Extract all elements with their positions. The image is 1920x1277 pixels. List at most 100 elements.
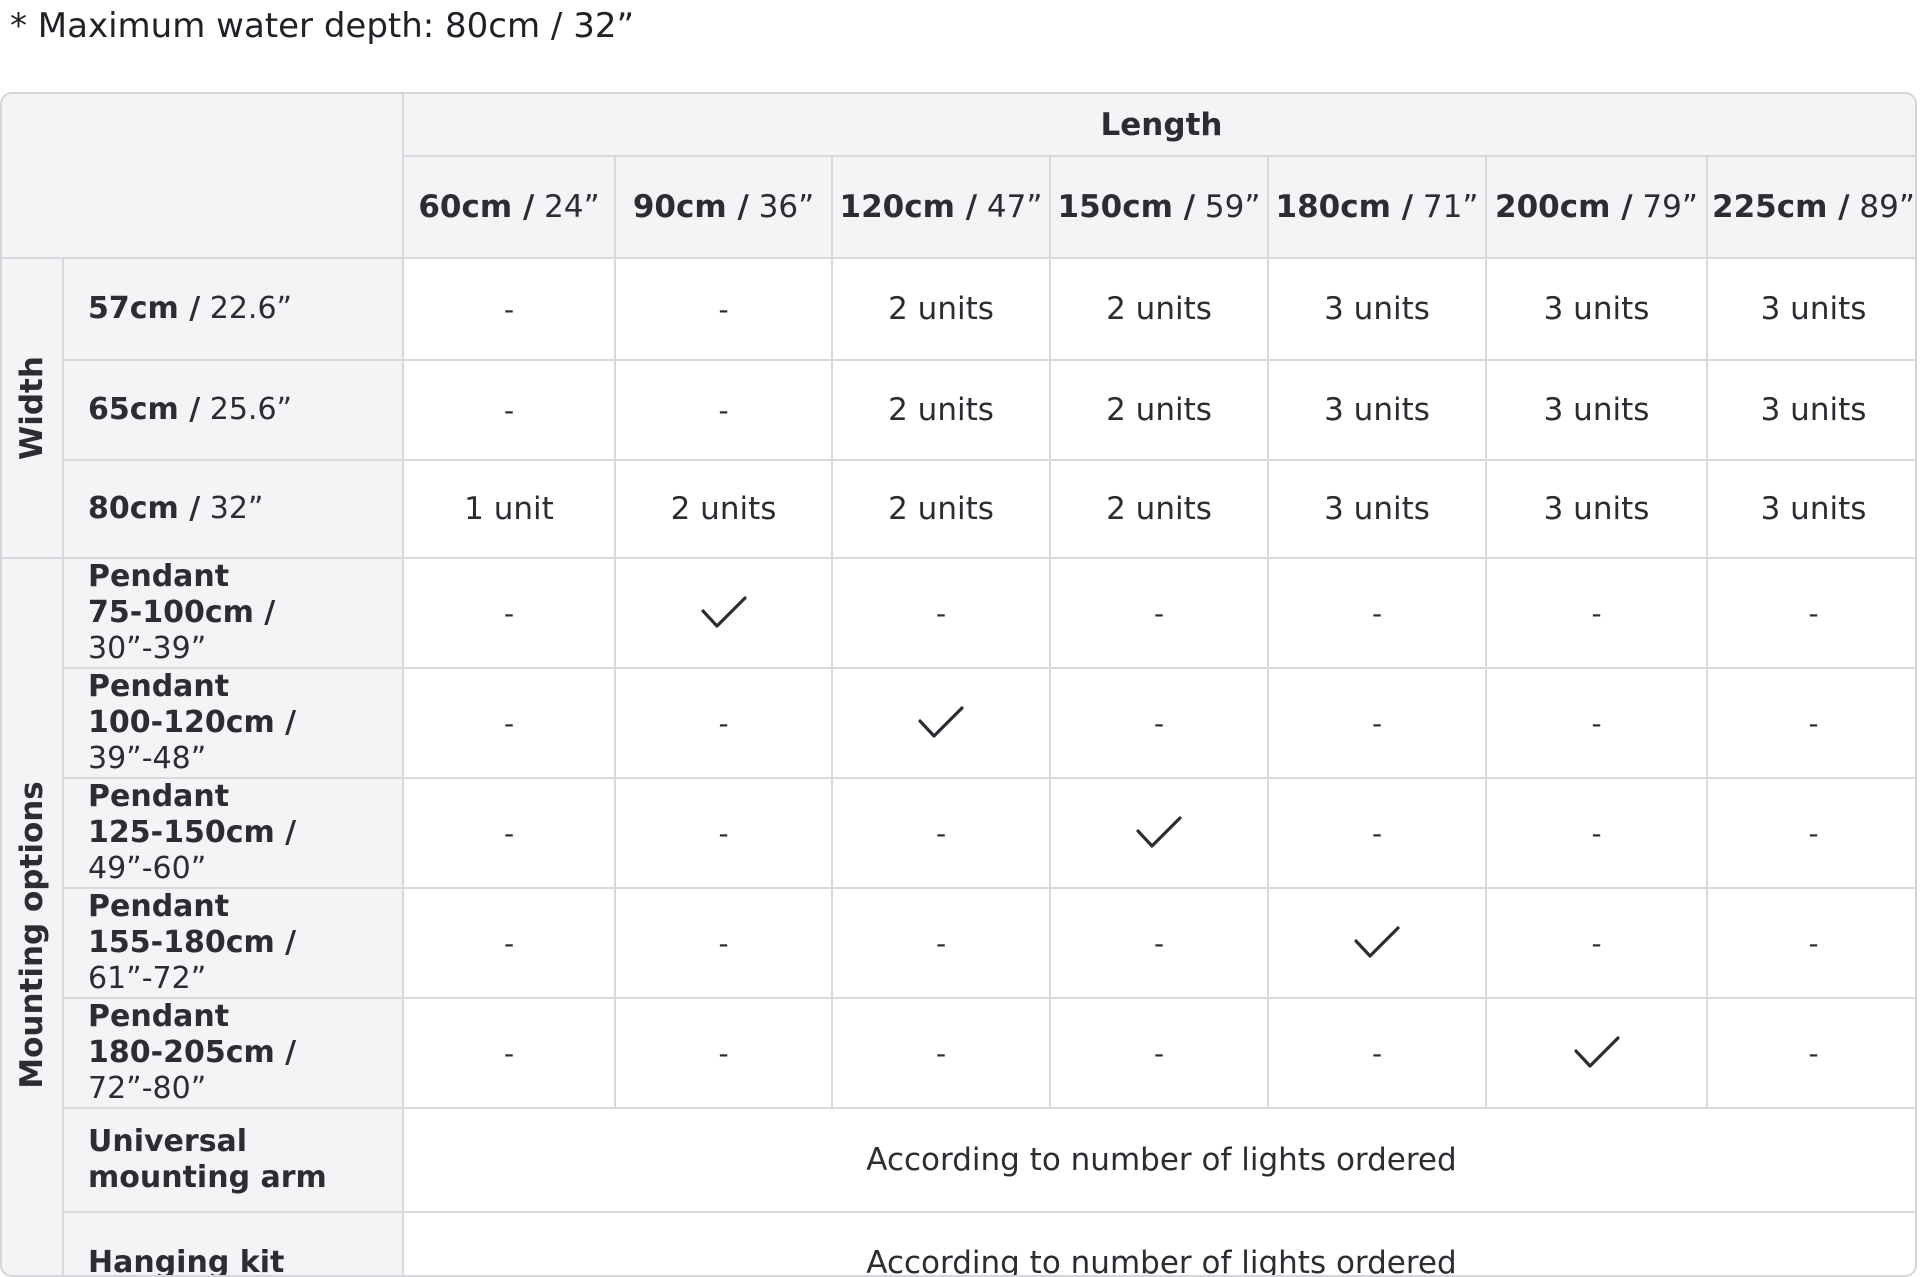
table-cell: - <box>614 359 833 461</box>
column-imperial: 59” <box>1195 189 1261 225</box>
width-group-text: Width <box>14 356 50 460</box>
table-cell: - <box>1485 887 1708 999</box>
table-cell: 2 units <box>831 359 1051 461</box>
column-header: 60cm / 24” <box>403 155 616 259</box>
length-header-row: Length <box>2 94 1915 259</box>
column-metric: 225cm / <box>1712 189 1850 225</box>
spec-table: Length 60cm / 24” 90cm / 36” 120cm / 47” 15… <box>2 94 1915 1275</box>
table-cell: - <box>402 777 616 889</box>
pendant-row-label: Pendant 155-180cm / 61”-72” <box>63 887 404 999</box>
table-cell: - <box>1706 997 1915 1109</box>
column-header: 225cm / 89” <box>1706 155 1915 259</box>
width-metric: 80cm / <box>88 491 201 526</box>
table-cell: 2 units <box>1049 257 1269 361</box>
table-cell: - <box>1706 887 1915 999</box>
column-imperial: 24” <box>534 189 600 225</box>
max-water-depth-note: * Maximum water depth: 80cm / 32” <box>10 6 635 46</box>
pendant-row-label: Pendant 180-205cm / 72”-80” <box>63 997 404 1109</box>
mounting-group-text: Mounting options <box>14 781 50 1089</box>
pendant-metric: 75-100cm / <box>88 595 276 630</box>
page: * Maximum water depth: 80cm / 32” Length… <box>0 0 1920 1277</box>
corner-cell <box>2 94 404 259</box>
table-cell: - <box>1049 997 1269 1109</box>
accessory-title: Universal <box>88 1124 248 1159</box>
table-cell: 2 units <box>1049 359 1269 461</box>
accessory-row: Universal mounting arm According to number… <box>2 1107 1915 1213</box>
table-cell: - <box>614 257 833 361</box>
column-imperial: 89” <box>1849 189 1915 225</box>
pendant-imperial: 30”-39” <box>88 631 207 666</box>
width-row-label: 57cm / 22.6” <box>62 257 404 361</box>
table-cell: - <box>1267 997 1487 1109</box>
table-cell: - <box>1706 667 1915 779</box>
pendant-row: Pendant 180-205cm / 72”-80” - - - - - - <box>2 997 1915 1109</box>
table-cell: - <box>1049 887 1269 999</box>
table-cell: - <box>614 887 833 999</box>
column-imperial: 79” <box>1632 189 1698 225</box>
table-cell <box>1485 997 1708 1109</box>
pendant-imperial: 49”-60” <box>88 851 207 886</box>
column-header: 180cm / 71” <box>1267 155 1487 259</box>
table-cell: 3 units <box>1706 359 1915 461</box>
table-cell: - <box>1049 667 1269 779</box>
column-metric: 90cm / <box>632 189 749 225</box>
table-cell: - <box>402 667 616 779</box>
width-imperial: 25.6” <box>200 392 293 427</box>
pendant-row-label: Pendant 75-100cm / 30”-39” <box>62 557 404 669</box>
table-cell: 3 units <box>1267 257 1487 361</box>
accessory-note: According to number of lights ordered <box>402 1211 1915 1275</box>
table-cell: 2 units <box>1049 459 1269 559</box>
table-cell: - <box>402 887 616 999</box>
table-cell: 2 units <box>831 459 1051 559</box>
accessory-row: Hanging kit According to number of lights… <box>2 1211 1915 1275</box>
table-cell: - <box>831 997 1051 1109</box>
width-row: Width 57cm / 22.6” - -2 units 2 units 3 units… <box>2 257 1915 559</box>
pendant-row: Pendant 155-180cm / 61”-72” - - - - - - <box>2 887 1915 999</box>
table-cell: 1 unit <box>402 459 616 559</box>
spec-table-container: Length 60cm / 24” 90cm / 36” 120cm / 47” 15… <box>0 92 1917 1277</box>
table-cell: 3 units <box>1706 459 1915 559</box>
pendant-imperial: 61”-72” <box>88 961 207 996</box>
pendant-title: Pendant <box>88 779 230 814</box>
accessory-row-label: Hanging kit <box>63 1211 404 1275</box>
checkmark-icon <box>700 596 747 628</box>
width-row: 65cm / 25.6” - -2 units 2 units 3 units 3 uni… <box>2 359 1915 461</box>
column-header: 90cm / 36” <box>614 155 833 259</box>
table-cell: - <box>1267 667 1487 779</box>
pendant-metric: 100-120cm / <box>88 705 297 740</box>
table-cell: 3 units <box>1267 359 1487 461</box>
table-cell: 3 units <box>1485 459 1708 559</box>
table-cell: 3 units <box>1485 359 1708 461</box>
pendant-imperial: 39”-48” <box>88 741 207 776</box>
width-imperial: 32” <box>200 491 264 526</box>
column-metric: 120cm / <box>839 189 978 225</box>
table-cell <box>1267 887 1487 999</box>
column-metric: 60cm / <box>418 189 535 225</box>
table-cell: - <box>614 997 833 1109</box>
table-cell: - <box>1485 777 1708 889</box>
accessory-row-label: Universal mounting arm <box>63 1107 404 1213</box>
width-metric: 57cm / <box>88 291 201 326</box>
table-cell: - <box>831 777 1051 889</box>
pendant-row: Mounting options Pendant 75-100cm / 30”-39… <box>2 557 1915 1275</box>
column-imperial: 71” <box>1413 189 1479 225</box>
table-cell: - <box>402 557 616 669</box>
accessory-note: According to number of lights ordered <box>402 1107 1915 1213</box>
table-cell: - <box>1267 777 1487 889</box>
table-cell: - <box>1706 557 1915 669</box>
table-cell: - <box>402 359 616 461</box>
table-cell: 3 units <box>1485 257 1708 361</box>
accessory-title-line2: mounting arm <box>88 1160 327 1195</box>
column-metric: 180cm / <box>1275 189 1414 225</box>
table-cell: 3 units <box>1267 459 1487 559</box>
width-row: 80cm / 32” 1 unit 2 units 2 units 2 units 3 u… <box>2 459 1915 559</box>
column-imperial: 47” <box>977 189 1043 225</box>
table-cell: - <box>614 667 833 779</box>
table-cell: - <box>1485 557 1708 669</box>
table-cell <box>831 667 1051 779</box>
checkmark-icon <box>1573 1036 1620 1068</box>
checkmark-icon <box>1354 926 1400 958</box>
width-imperial: 22.6” <box>200 291 293 326</box>
table-cell <box>614 557 833 669</box>
pendant-imperial: 72”-80” <box>88 1071 207 1106</box>
